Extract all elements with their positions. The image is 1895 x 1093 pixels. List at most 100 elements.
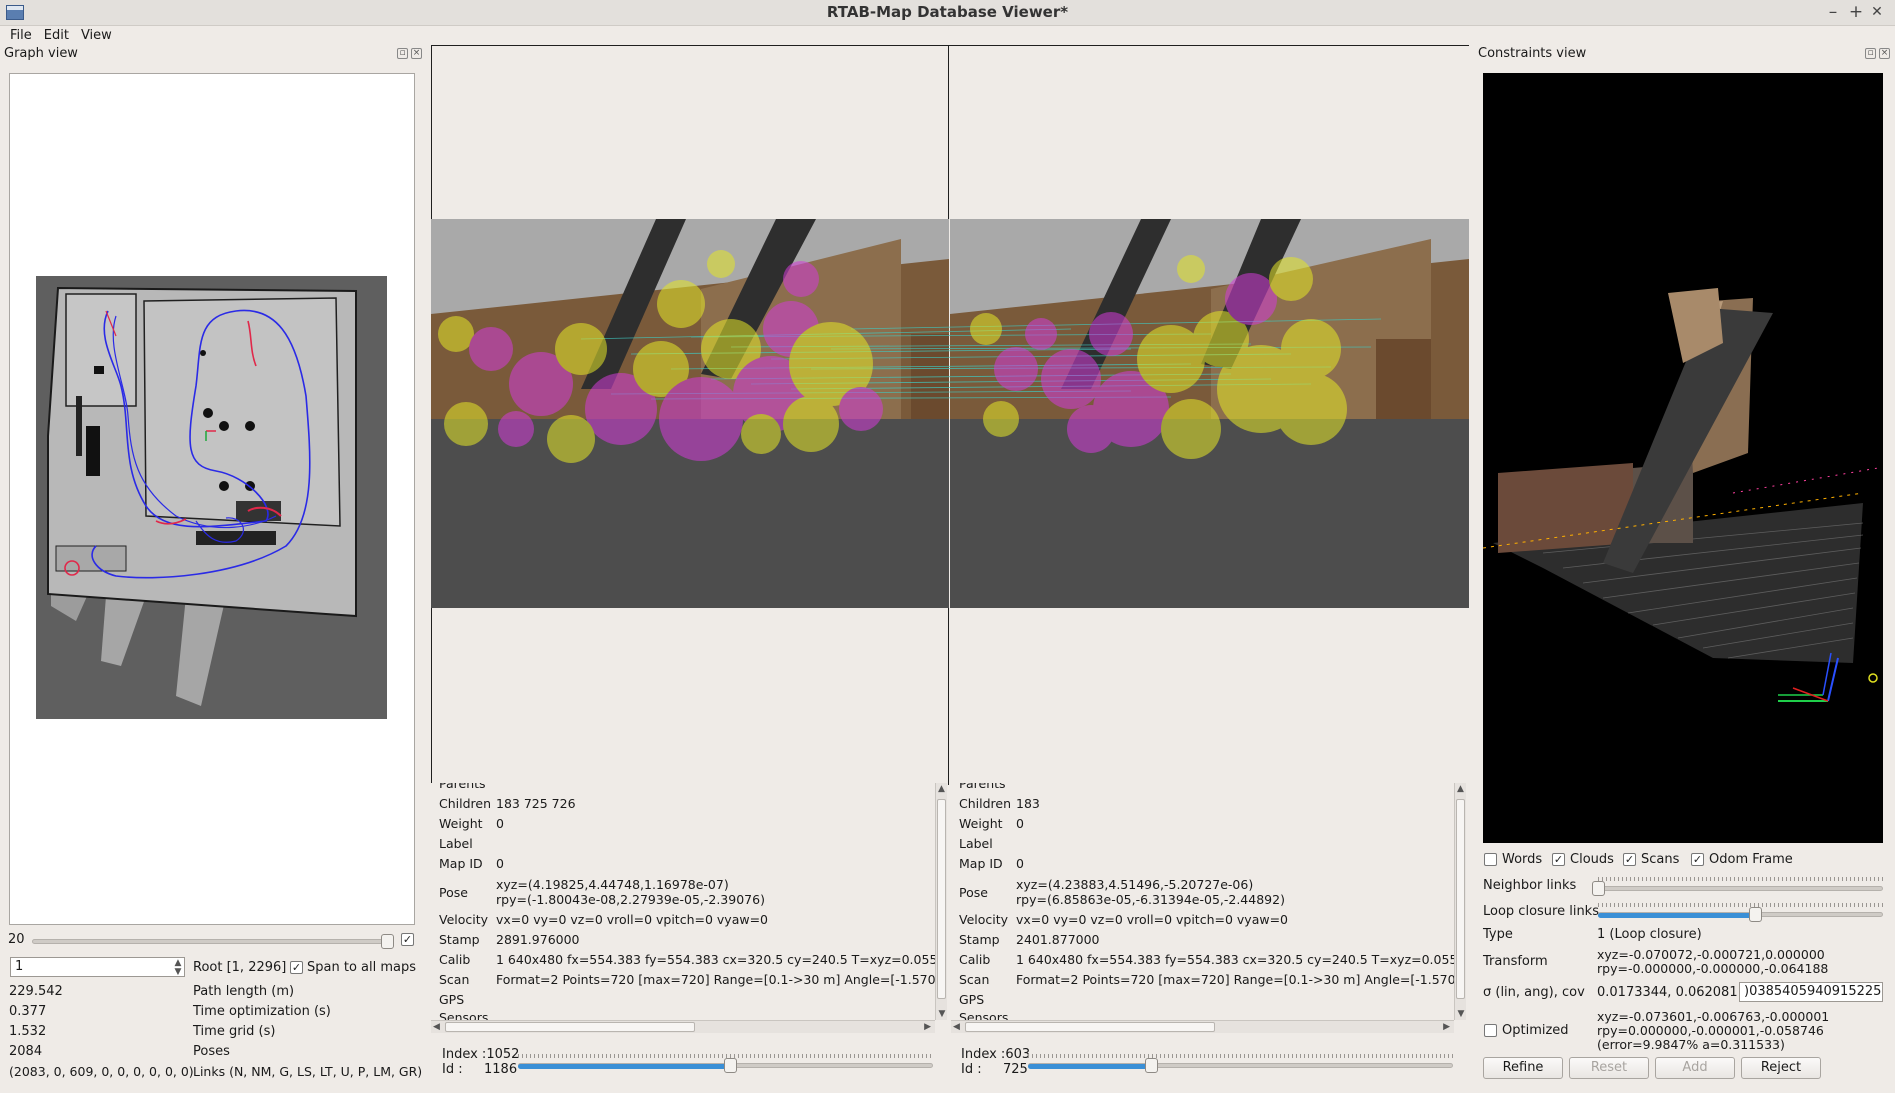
scroll-down-icon[interactable]: ▼ [937,1009,947,1019]
left-node-slider-fill [518,1064,730,1069]
clouds-checkbox[interactable]: ✓ [1552,853,1565,866]
info-row-gps: GPS [959,992,985,1007]
neighbor-links-slider[interactable] [1598,886,1883,891]
transform-rpy: rpy=-0.000000,-0.000000,-0.064188 [1597,961,1829,976]
info-row-pose: Pose [959,885,988,900]
stat-label: Poses [193,1044,230,1059]
loop-closure-links-fill [1598,913,1755,918]
optimized-error: (error=9.9847% a=0.311533) [1597,1037,1785,1052]
spin-down-icon[interactable]: ▼ [173,967,183,977]
stat-value: 229.542 [9,984,63,999]
odom-frame-label: Odom Frame [1709,852,1793,867]
info-row-weight: Weight 0 [959,816,1024,831]
transform-xyz: xyz=-0.070072,-0.000721,0.000000 [1597,947,1825,962]
info-row-label: Label [959,836,993,851]
right-hscroll-thumb[interactable] [965,1022,1215,1032]
info-pose-xyz: xyz=(4.23883,4.51496,-5.20727e-06) [1016,877,1254,892]
root-id-spinbox[interactable]: 1 [10,957,185,977]
info-row-stamp: Stamp 2891.976000 [439,932,580,947]
right-info-vscroll[interactable]: ▲ ▼ [1454,783,1466,1020]
constraints-3d-view[interactable] [1483,73,1883,843]
add-button[interactable]: Add [1655,1057,1735,1079]
info-row-map-id: Map ID 0 [959,856,1024,871]
right-vscroll-thumb[interactable] [1456,799,1465,999]
stat-value: (2083, 0, 609, 0, 0, 0, 0, 0, 0) [9,1064,194,1079]
info-row-scan: Scan Format=2 Points=720 [max=720] Range=… [959,972,1454,987]
left-info-hscroll[interactable]: ◀ ▶ [431,1020,935,1033]
close-dock-icon[interactable]: × [1879,48,1890,59]
info-row-velocity: Velocity vx=0 vy=0 vz=0 vroll=0 vpitch=0 … [439,912,769,927]
info-row-children: Children 183 725 726 [439,796,576,811]
reject-button[interactable]: Reject [1741,1057,1821,1079]
optimized-xyz: xyz=-0.073601,-0.006763,-0.000001 [1597,1009,1830,1024]
title-bar: RTAB-Map Database Viewer* – + ✕ [0,0,1895,26]
info-row-sensors: Sensors [959,1010,1009,1020]
right-node-slider-handle[interactable] [1145,1058,1158,1073]
minimize-button[interactable]: – [1823,2,1843,22]
right-info-hscroll[interactable]: ◀ ▶ [951,1020,1454,1033]
info-row-label: Label [439,836,473,851]
left-index-label: Index :1052 [442,1047,520,1062]
info-row-sensors: Sensors [439,1010,489,1020]
float-icon[interactable]: ▫ [1865,48,1876,59]
type-value: 1 (Loop closure) [1597,927,1702,942]
graph-slider-checkbox[interactable]: ✓ [401,933,414,946]
scans-checkbox[interactable]: ✓ [1623,853,1636,866]
left-id-label: Id : [442,1062,463,1077]
odom-frame-checkbox[interactable]: ✓ [1691,853,1704,866]
scroll-right-icon[interactable]: ▶ [1443,1022,1450,1032]
camera-images-svg [431,219,1469,608]
graph-slider[interactable] [32,939,394,944]
graph-slider-value: 20 [8,932,25,947]
scroll-down-icon[interactable]: ▼ [1456,1009,1466,1019]
left-hscroll-thumb[interactable] [445,1022,695,1032]
menu-edit[interactable]: Edit [38,26,75,46]
right-node-slider-fill [1028,1064,1151,1069]
right-index-label: Index :603 [961,1047,1031,1062]
menu-file[interactable]: File [4,26,38,46]
left-info-vscroll[interactable]: ▲ ▼ [935,783,947,1020]
neighbor-links-handle[interactable] [1592,881,1605,896]
menu-view[interactable]: View [75,26,118,46]
menu-bar: File Edit View [0,26,1895,46]
scroll-up-icon[interactable]: ▲ [936,784,947,794]
info-pose-rpy: rpy=(6.85863e-05,-6.31394e-05,-2.44892) [1016,892,1285,907]
info-row-scan: Scan Format=2 Points=720 [max=720] Range=… [439,972,935,987]
span-all-maps-checkbox[interactable]: ✓ [290,961,303,974]
close-button[interactable]: ✕ [1867,2,1887,22]
transform-label: Transform [1483,954,1548,969]
optimized-rpy: rpy=0.000000,-0.000001,-0.058746 [1597,1023,1824,1038]
scroll-right-icon[interactable]: ▶ [924,1022,931,1032]
words-label: Words [1502,852,1543,867]
map-graph-svg [36,276,387,719]
stat-value: 2084 [9,1044,43,1059]
info-row-parents: Parents [439,783,486,791]
right-id-label: Id : [961,1062,982,1077]
words-checkbox[interactable] [1484,853,1497,866]
info-row-velocity: Velocity vx=0 vy=0 vz=0 vroll=0 vpitch=0 … [959,912,1289,927]
scans-label: Scans [1641,852,1680,867]
covariance-field[interactable]: )038540594091522511 [1739,982,1883,1002]
scroll-left-icon[interactable]: ◀ [433,1022,440,1032]
occupancy-grid-map[interactable] [36,276,387,719]
info-row-calib: Calib 1 640x480 fx=554.383 fy=554.383 cx=… [959,952,1454,967]
image-matching-view[interactable] [431,219,1469,608]
maximize-button[interactable]: + [1846,2,1866,22]
refine-button[interactable]: Refine [1483,1057,1563,1079]
graph-view-title: Graph view [4,46,78,61]
reset-button[interactable]: Reset [1569,1057,1649,1079]
left-vscroll-thumb[interactable] [937,799,946,999]
close-dock-icon[interactable]: × [411,48,422,59]
scroll-up-icon[interactable]: ▲ [1455,784,1466,794]
sigma-label: σ (lin, ang), cov [1483,985,1585,1000]
graph-slider-handle[interactable] [381,934,394,949]
info-row-parents: Parents [959,783,1006,791]
optimized-checkbox[interactable] [1484,1024,1497,1037]
scroll-left-icon[interactable]: ◀ [953,1022,960,1032]
stat-label: Links (N, NM, G, LS, LT, U, P, LM, GR) [193,1064,423,1079]
float-icon[interactable]: ▫ [397,48,408,59]
loop-closure-links-handle[interactable] [1749,907,1762,922]
left-node-info: Parents Children 183 725 726 Weight 0 Labe… [431,783,935,1020]
left-node-slider-handle[interactable] [724,1058,737,1073]
clouds-label: Clouds [1570,852,1614,867]
